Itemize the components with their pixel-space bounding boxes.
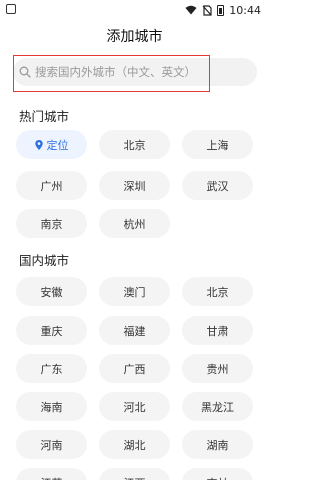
province-chip[interactable]: 广西 [99,354,170,383]
page-title: 添加城市 [106,29,163,45]
hot-city-chip[interactable]: 南京 [16,209,87,238]
hot-city-chip[interactable]: 武汉 [182,171,253,200]
province-chip[interactable]: 北京 [182,277,253,306]
hot-city-chip[interactable]: 杭州 [99,209,170,238]
province-chip[interactable]: 重庆 [16,316,87,345]
province-chip[interactable]: 江西 [99,468,170,480]
location-pin-icon [34,139,43,150]
province-chip[interactable]: 黑龙江 [182,392,253,421]
clock-time: 10:44 [229,3,261,17]
locate-city-button[interactable]: 定位 [16,130,87,159]
battery-icon [217,4,225,16]
hot-cities-title: 热门城市 [19,109,70,124]
search-highlight-box [13,55,210,92]
province-chip[interactable]: 吉林 [182,468,253,480]
province-chip[interactable]: 河北 [99,392,170,421]
province-chip[interactable]: 湖南 [182,430,253,459]
hot-city-chip[interactable]: 上海 [182,130,253,159]
province-chip[interactable]: 河南 [16,430,87,459]
locate-label: 定位 [46,138,69,152]
hot-city-chip[interactable]: 广州 [16,171,87,200]
province-chip[interactable]: 澳门 [99,277,170,306]
wifi-icon [185,5,197,15]
domestic-cities-title: 国内城市 [19,253,70,268]
province-chip[interactable]: 安徽 [16,277,87,306]
province-chip[interactable]: 江苏 [16,468,87,480]
province-chip[interactable]: 福建 [99,316,170,345]
no-sim-icon [202,4,212,16]
hot-city-chip[interactable]: 深圳 [99,171,170,200]
hot-city-chip[interactable]: 北京 [99,130,170,159]
notification-app-icon [6,4,16,14]
status-bar: 10:44 [0,0,269,20]
province-chip[interactable]: 湖北 [99,430,170,459]
province-chip[interactable]: 海南 [16,392,87,421]
province-chip[interactable]: 贵州 [182,354,253,383]
province-chip[interactable]: 甘肃 [182,316,253,345]
province-chip[interactable]: 广东 [16,354,87,383]
status-icons: 10:44 [185,3,261,17]
